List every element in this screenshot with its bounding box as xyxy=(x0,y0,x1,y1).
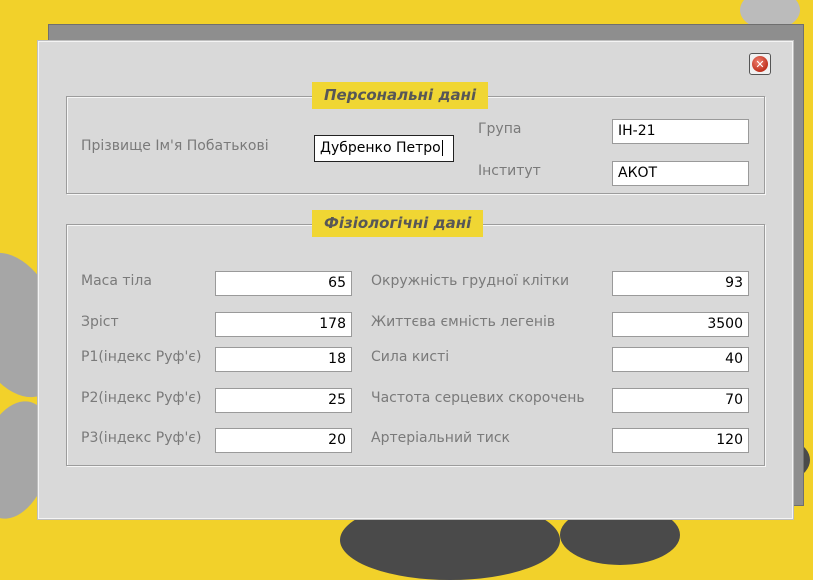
institute-label: Інститут xyxy=(478,163,541,179)
name-value: Дубренко Петро xyxy=(320,140,441,156)
vital-capacity-input[interactable]: 3500 xyxy=(612,312,749,337)
hand-strength-input[interactable]: 40 xyxy=(612,347,749,372)
body-mass-input[interactable]: 65 xyxy=(215,271,352,296)
ruffier-p2-label: Р2(індекс Руф'є) xyxy=(81,390,202,406)
physiological-data-legend: Фізіологічні дані xyxy=(312,210,484,237)
name-label: Прізвище Ім'я Побатькові xyxy=(81,138,269,154)
close-button[interactable]: ✕ xyxy=(749,53,771,75)
institute-input[interactable]: АКОТ xyxy=(612,161,749,186)
hand-strength-label: Сила кисті xyxy=(371,349,450,365)
dialog-window: ✕ Персональні дані Прізвище Ім'я Побатьк… xyxy=(37,40,794,520)
ruffier-p2-input[interactable]: 25 xyxy=(215,388,352,413)
heart-rate-input[interactable]: 70 xyxy=(612,388,749,413)
ruffier-p3-input[interactable]: 20 xyxy=(215,428,352,453)
body-mass-label: Маса тіла xyxy=(81,273,152,289)
height-input[interactable]: 178 xyxy=(215,312,352,337)
ruffier-p1-label: Р1(індекс Руф'є) xyxy=(81,349,202,365)
height-label: Зріст xyxy=(81,314,119,330)
group-input[interactable]: ІН-21 xyxy=(612,119,749,144)
close-icon: ✕ xyxy=(752,56,768,72)
chest-circumference-input[interactable]: 93 xyxy=(612,271,749,296)
blood-pressure-input[interactable]: 120 xyxy=(612,428,749,453)
vital-capacity-label: Життєва ємність легенів xyxy=(371,314,556,330)
text-cursor xyxy=(441,140,443,156)
chest-circumference-label: Окружність грудної клітки xyxy=(371,273,570,289)
name-input[interactable]: Дубренко Петро xyxy=(314,135,454,162)
ruffier-p3-label: Р3(індекс Руф'є) xyxy=(81,430,202,446)
ruffier-p1-input[interactable]: 18 xyxy=(215,347,352,372)
physiological-data-group: Фізіологічні дані Маса тіла 65 Зріст 178… xyxy=(66,210,765,466)
blood-pressure-label: Артеріальний тиск xyxy=(371,430,510,446)
group-label: Група xyxy=(478,121,522,137)
personal-data-group: Персональні дані Прізвище Ім'я Побатьков… xyxy=(66,82,765,194)
heart-rate-label: Частота серцевих скорочень xyxy=(371,390,585,406)
personal-data-legend: Персональні дані xyxy=(312,82,489,109)
